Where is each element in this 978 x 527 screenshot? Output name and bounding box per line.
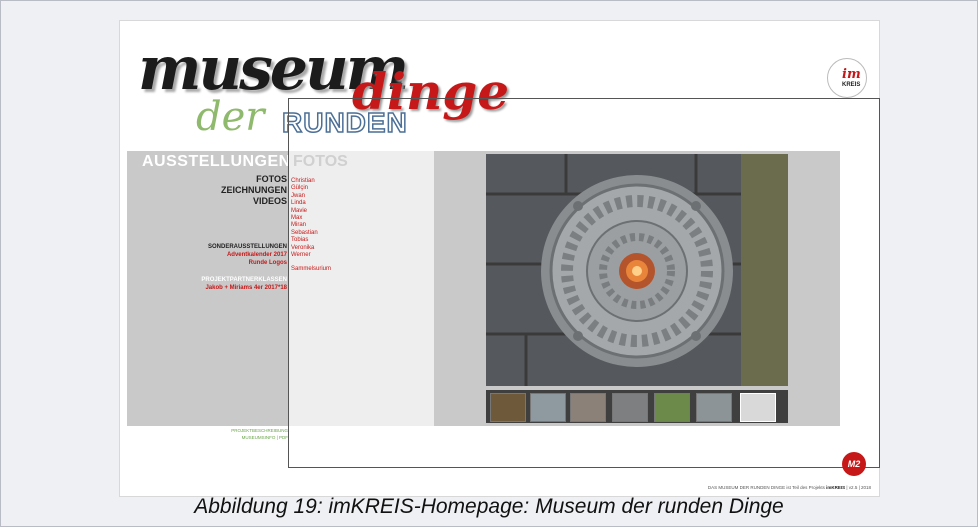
- projektpartner-nav: PROJEKTPARTNERKLASSEN Jakob + Miriams 4e…: [201, 276, 287, 292]
- figure-caption: Abbildung 19: imKREIS-Homepage: Museum d…: [194, 495, 784, 518]
- link-jakob-miriams[interactable]: Jakob + Miriams 4er 2017*18: [201, 284, 287, 292]
- section-title-ausstellungen: AUSSTELLUNGEN: [142, 153, 291, 170]
- m2-badge[interactable]: M2: [842, 452, 866, 476]
- nav-item-fotos[interactable]: FOTOS: [221, 174, 287, 185]
- projektpartner-heading: PROJEKTPARTNERKLASSEN: [201, 277, 287, 283]
- logo-der[interactable]: der: [196, 97, 264, 137]
- main-nav: FOTOS ZEICHNUNGEN VIDEOS: [221, 174, 287, 207]
- imkreis-logo-kreis: KREIS: [842, 82, 861, 88]
- credits-version: | v2.5 | 2018: [846, 485, 871, 490]
- imkreis-logo[interactable]: im KREIS: [827, 58, 867, 98]
- sonderausstellungen-nav: SONDERAUSSTELLUNGEN Adventkalender 2017 …: [208, 243, 287, 267]
- website-screenshot: museum dinge der RUNDEN im KREIS AUSSTEL…: [119, 20, 880, 497]
- credits-brand: imKREIS: [826, 485, 846, 490]
- nav-item-videos[interactable]: VIDEOS: [221, 196, 287, 207]
- link-projektbeschreibung[interactable]: PROJEKTBESCHREIBUNG: [140, 427, 288, 434]
- nav-item-zeichnungen[interactable]: ZEICHNUNGEN: [221, 185, 287, 196]
- footer-credits: DAS MUSEUM DER RUNDEN DINGE ist Teil des…: [708, 485, 871, 490]
- link-museumsinfo[interactable]: MUSEUMSINFO | PDF: [140, 434, 288, 441]
- sonderausstellungen-heading: SONDERAUSSTELLUNGEN: [207, 244, 287, 250]
- link-adventkalender[interactable]: Adventkalender 2017: [208, 251, 287, 259]
- link-runde-logos[interactable]: Runde Logos: [208, 259, 287, 267]
- footer-links: PROJEKTBESCHREIBUNG MUSEUMSINFO | PDF: [140, 427, 288, 441]
- imkreis-logo-im: im: [842, 67, 861, 82]
- content-window-outline: [288, 98, 880, 468]
- credits-text: DAS MUSEUM DER RUNDEN DINGE ist Teil des…: [707, 485, 825, 490]
